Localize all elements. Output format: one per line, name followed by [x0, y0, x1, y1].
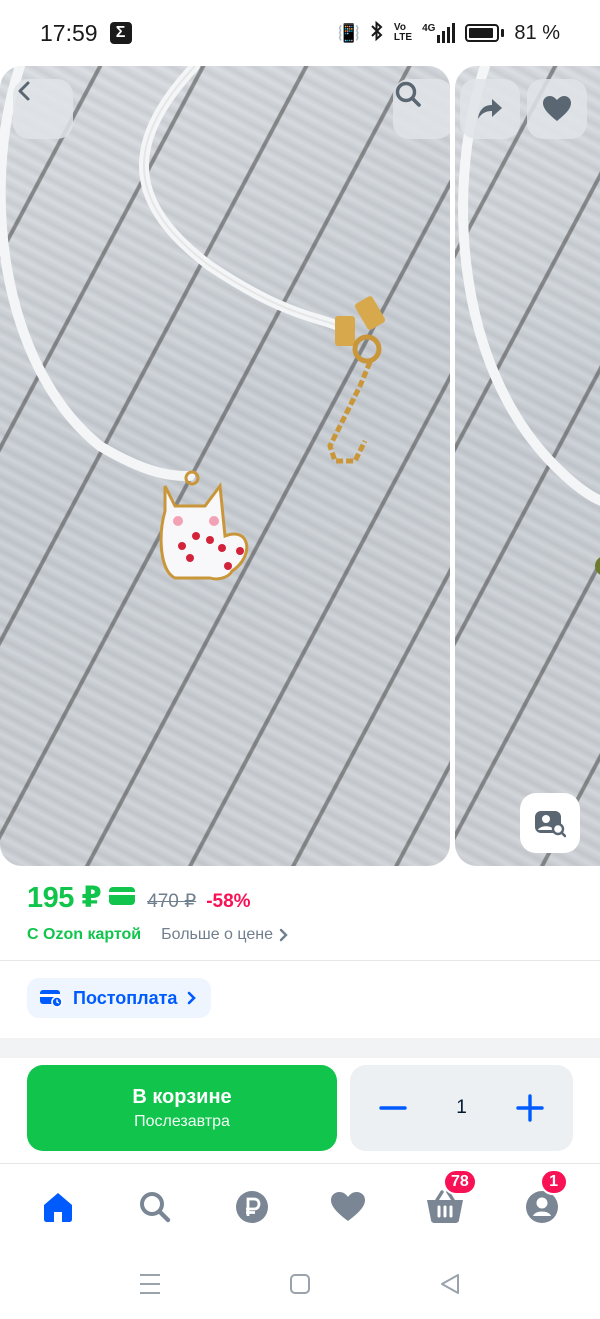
- favorites-icon: [331, 1192, 366, 1221]
- divider: [0, 960, 600, 961]
- chevron-right-icon: [279, 928, 288, 942]
- back-system-button[interactable]: [430, 1264, 470, 1304]
- nav-finance[interactable]: [222, 1177, 282, 1237]
- ozon-card-icon: [109, 887, 136, 905]
- postpay-chip[interactable]: Постоплата: [27, 978, 212, 1018]
- share-button[interactable]: [460, 79, 520, 139]
- price-card: 195 ₽ 470 ₽ -58% С Ozon картой Больше о …: [0, 866, 600, 1038]
- menu-icon: [140, 1274, 160, 1294]
- minus-icon: [379, 1106, 407, 1110]
- product-gallery[interactable]: [0, 66, 600, 866]
- nav-profile[interactable]: 1: [512, 1169, 572, 1237]
- status-indicators: 📳 Vo LTE 4G 81 %: [337, 20, 560, 46]
- cart-icon: [426, 1190, 463, 1223]
- ruble-icon: [235, 1191, 268, 1223]
- ozon-card-label[interactable]: С Ozon картой: [27, 926, 141, 944]
- in-cart-title: В корзине: [132, 1085, 232, 1108]
- profile-notification-badge: 1: [539, 1169, 568, 1195]
- recent-apps-button[interactable]: [130, 1264, 170, 1304]
- necklace-illustration-next: [458, 66, 600, 575]
- postpay-label: Постоплата: [73, 987, 178, 1008]
- status-bar: 17:59 Σ 📳 Vo LTE 4G 81 %: [0, 0, 600, 66]
- current-price: 195 ₽: [27, 882, 102, 914]
- square-icon: [290, 1274, 310, 1294]
- chevron-right-icon: [188, 991, 197, 1005]
- more-about-price-link[interactable]: Больше о цене: [161, 926, 289, 944]
- section-gap: [0, 1038, 600, 1058]
- ozon-card-row: С Ozon картой Больше о цене: [27, 926, 289, 944]
- bottom-navigation: 78 1: [0, 1165, 600, 1249]
- next-product-photo[interactable]: [455, 66, 600, 866]
- cart-action-bar: В корзине Послезавтра 1: [0, 1058, 600, 1164]
- nav-favorites[interactable]: [318, 1177, 378, 1237]
- sigma-icon: Σ: [109, 22, 132, 44]
- heart-icon: [543, 96, 571, 121]
- plus-icon: [516, 1094, 544, 1122]
- volte-icon: Vo LTE: [393, 22, 413, 43]
- search-icon: [395, 81, 421, 107]
- visual-search-button[interactable]: [520, 793, 580, 853]
- favorite-button[interactable]: [527, 79, 587, 139]
- nav-search[interactable]: [125, 1177, 185, 1237]
- network-type: 4G: [422, 23, 436, 34]
- profile-icon: [525, 1191, 558, 1223]
- signal-icon: 4G: [422, 23, 456, 43]
- old-price: 470 ₽: [147, 891, 197, 912]
- home-button[interactable]: [280, 1264, 320, 1304]
- nav-cart[interactable]: 78: [415, 1169, 477, 1237]
- back-icon: [18, 81, 30, 101]
- battery-level: 81 %: [514, 21, 560, 44]
- increase-quantity-button[interactable]: [513, 1091, 547, 1125]
- decrease-quantity-button[interactable]: [376, 1091, 410, 1125]
- necklace-illustration: [0, 66, 386, 581]
- discount-badge: -58%: [206, 891, 251, 912]
- search-icon: [139, 1192, 171, 1223]
- vibrate-icon: 📳: [337, 22, 360, 43]
- delivery-date: Послезавтра: [134, 1112, 230, 1130]
- quantity-stepper: 1: [350, 1065, 573, 1151]
- price-row: 195 ₽ 470 ₽ -58%: [27, 880, 251, 915]
- bluetooth-icon: [370, 20, 384, 46]
- battery-icon: [465, 24, 500, 42]
- share-icon: [478, 99, 502, 119]
- triangle-back-icon: [441, 1274, 459, 1294]
- nav-home[interactable]: [28, 1177, 88, 1237]
- system-navigation: [0, 1249, 600, 1319]
- quantity-value: 1: [456, 1097, 467, 1118]
- visual-search-icon: [535, 811, 566, 838]
- home-icon: [44, 1193, 73, 1222]
- postpay-card-icon: [40, 990, 63, 1008]
- search-button[interactable]: [393, 79, 450, 139]
- more-about-price-label: Больше о цене: [161, 926, 273, 943]
- main-product-photo[interactable]: [0, 66, 450, 866]
- cart-count-badge: 78: [442, 1169, 477, 1195]
- status-time: 17:59: [40, 19, 98, 46]
- back-button[interactable]: [13, 79, 73, 139]
- in-cart-button[interactable]: В корзине Послезавтра: [27, 1065, 337, 1151]
